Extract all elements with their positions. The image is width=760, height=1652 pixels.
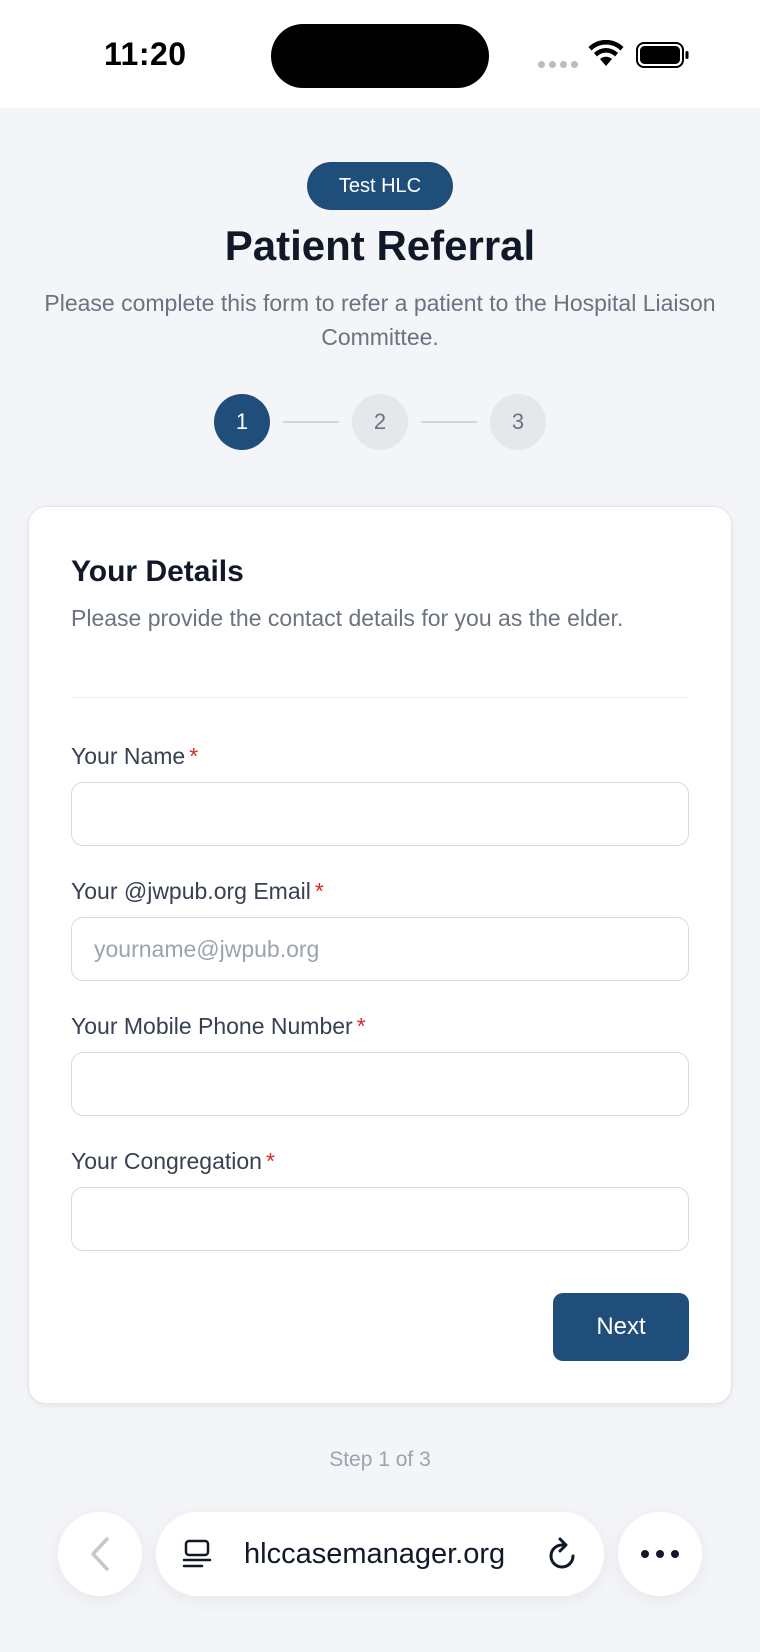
section-description: Please provide the contact details for y… (71, 605, 624, 631)
address-bar[interactable]: hlccasemanager.org (156, 1512, 604, 1596)
name-label: Your Name * (71, 743, 198, 770)
page-subtitle: Please complete this form to refer a pat… (44, 290, 716, 350)
required-marker: * (314, 878, 324, 904)
required-marker: * (356, 1013, 366, 1039)
phone-input[interactable] (71, 1052, 689, 1116)
more-icon (641, 1550, 679, 1558)
section-divider (71, 697, 689, 698)
status-bar: 11:20 (0, 0, 760, 108)
dynamic-island (271, 24, 489, 88)
step-connector (421, 421, 477, 423)
reload-icon[interactable] (546, 1536, 580, 1572)
browser-back-button[interactable] (58, 1512, 142, 1596)
step-indicator: Step 1 of 3 (329, 1448, 431, 1471)
page-title: Patient Referral (224, 222, 536, 269)
email-label-text: Your @jwpub.org Email (71, 878, 311, 904)
org-badge: Test HLC (307, 162, 453, 210)
email-input[interactable] (71, 917, 689, 981)
chevron-left-icon (91, 1537, 109, 1571)
wifi-icon (588, 40, 624, 66)
url-text: hlccasemanager.org (244, 1538, 506, 1570)
step-1-indicator: 1 (214, 394, 270, 450)
status-time: 11:20 (104, 36, 187, 72)
reader-icon[interactable] (182, 1538, 214, 1570)
battery-icon (636, 42, 689, 68)
congregation-input[interactable] (71, 1187, 689, 1251)
email-label: Your @jwpub.org Email * (71, 878, 324, 905)
step-3-indicator: 3 (490, 394, 546, 450)
required-marker: * (189, 743, 199, 769)
congregation-label-text: Your Congregation (71, 1148, 262, 1174)
phone-label: Your Mobile Phone Number * (71, 1013, 366, 1040)
name-label-text: Your Name (71, 743, 186, 769)
phone-label-text: Your Mobile Phone Number (71, 1013, 353, 1039)
step-2-indicator: 2 (352, 394, 408, 450)
details-form-card: Your Details Please provide the contact … (28, 506, 732, 1404)
browser-more-button[interactable] (618, 1512, 702, 1596)
step-connector (283, 421, 339, 423)
next-button[interactable]: Next (553, 1293, 689, 1361)
signal-icon (538, 61, 578, 68)
name-input[interactable] (71, 782, 689, 846)
section-title: Your Details (71, 555, 244, 588)
congregation-label: Your Congregation * (71, 1148, 275, 1175)
progress-stepper: 1 2 3 (0, 394, 760, 450)
required-marker: * (265, 1148, 275, 1174)
